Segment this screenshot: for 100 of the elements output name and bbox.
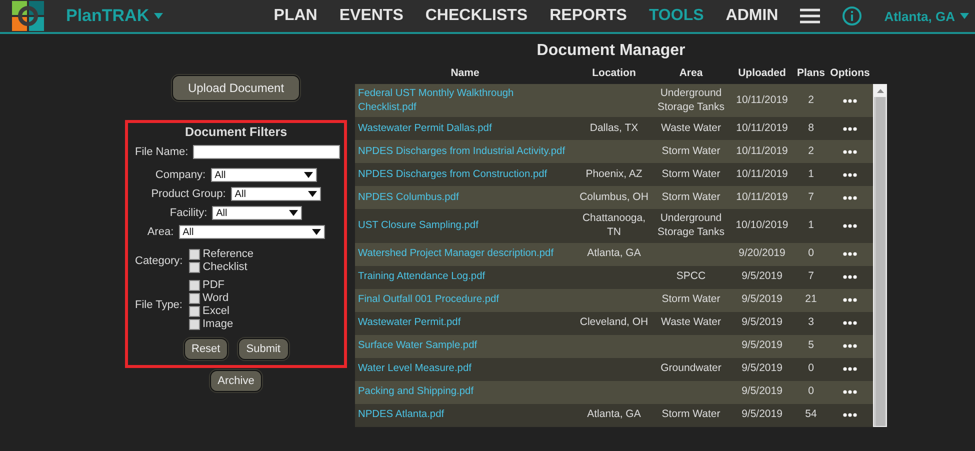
table-cell: Atlanta, GA <box>575 404 653 427</box>
table-cell: 3 <box>795 312 827 335</box>
field-label: Company: <box>155 169 206 181</box>
table-cell: Chattanooga, TN <box>575 209 653 243</box>
document-link[interactable]: Training Attendance Log.pdf <box>358 270 486 284</box>
table-cell: 9/5/2019 <box>729 288 795 312</box>
document-link[interactable]: NPDES Discharges from Construction.pdf <box>358 168 548 182</box>
table-cell: 9/5/2019 <box>729 380 795 404</box>
document-link[interactable]: Wastewater Permit.pdf <box>358 316 461 330</box>
more-options-icon[interactable] <box>843 367 857 372</box>
caret-icon <box>289 210 298 216</box>
more-options-icon[interactable] <box>843 298 857 302</box>
column-header: Uploaded <box>737 67 787 81</box>
table-cell: Phoenix, AZ <box>575 163 653 186</box>
checkbox-option[interactable]: Reference <box>188 248 254 260</box>
document-link[interactable]: Water Level Measure.pdf <box>358 362 472 376</box>
more-options-icon[interactable] <box>843 275 857 280</box>
location-menu[interactable]: Atlanta, GA <box>884 8 969 24</box>
table-cell: 9/5/2019 <box>729 358 795 381</box>
more-options-icon[interactable] <box>843 196 857 200</box>
checkbox-option[interactable]: Excel <box>188 305 234 317</box>
nav-tab[interactable]: PLAN <box>274 7 318 25</box>
table-cell: 5 <box>795 334 827 358</box>
column-header: Options <box>829 67 871 81</box>
more-options-icon[interactable] <box>843 126 857 131</box>
more-options-icon[interactable] <box>843 224 857 228</box>
document-link[interactable]: Packing and Shipping.pdf <box>358 385 474 399</box>
table-cell: Storm Water <box>653 288 729 312</box>
more-options-icon[interactable] <box>843 344 857 348</box>
checkbox[interactable] <box>188 248 200 260</box>
checkbox-option[interactable]: PDF <box>188 279 234 291</box>
archive-button[interactable]: Archive <box>210 370 262 392</box>
table-cell: 1 <box>795 163 827 186</box>
table-cell: 10/11/2019 <box>729 163 795 186</box>
dropdown[interactable]: All <box>212 206 302 220</box>
more-options-icon[interactable] <box>843 252 857 256</box>
document-link[interactable]: Surface Water Sample.pdf <box>358 339 478 353</box>
document-link[interactable]: NPDES Atlanta.pdf <box>358 408 444 422</box>
field-label: Product Group: <box>151 188 226 200</box>
checkbox[interactable] <box>188 306 200 316</box>
dropdown[interactable]: All <box>210 168 317 182</box>
checkbox[interactable] <box>188 318 200 330</box>
document-link[interactable]: UST Closure Sampling.pdf <box>358 219 478 233</box>
document-link[interactable]: NPDES Discharges from Industrial Activity.pdf <box>358 145 566 158</box>
caret-icon <box>304 172 313 178</box>
dropdown[interactable]: All <box>230 187 321 201</box>
nav-tab[interactable]: CHECKLISTS <box>425 7 528 25</box>
table-cell: 21 <box>795 288 827 312</box>
document-link[interactable]: Federal UST Monthly Walkthrough Checklist.pdf <box>358 87 572 114</box>
table-cell: Underground Storage Tanks <box>653 84 729 118</box>
scrollbar[interactable] <box>873 84 887 427</box>
checkbox[interactable] <box>188 280 200 290</box>
checkbox-option[interactable]: Word <box>188 292 234 304</box>
column-header: Plans <box>796 67 826 81</box>
document-link[interactable]: Wastewater Permit Dallas.pdf <box>358 122 492 136</box>
table-cell: 0 <box>795 242 827 266</box>
caret-icon <box>308 191 317 197</box>
table-cell: 9/5/2019 <box>729 404 795 427</box>
info-icon[interactable] <box>842 6 862 26</box>
checkbox[interactable] <box>188 292 200 304</box>
upload-button[interactable]: Upload Document <box>172 75 300 101</box>
field-label: File Name: <box>135 146 188 158</box>
nav-tab[interactable]: TOOLS <box>648 7 704 25</box>
checkbox[interactable] <box>188 262 200 272</box>
table-cell: 7 <box>795 266 827 289</box>
page-title: Document Manager <box>536 42 686 60</box>
table-cell: Underground Storage Tanks <box>653 209 729 243</box>
table-cell: 10/11/2019 <box>729 117 795 140</box>
checkbox-option[interactable]: Image <box>188 318 234 330</box>
menu-icon[interactable] <box>800 8 820 24</box>
checkbox-option[interactable]: Checklist <box>188 261 254 273</box>
more-options-icon[interactable] <box>843 413 857 418</box>
table-cell: Storm Water <box>653 140 729 164</box>
table-cell: 1 <box>795 209 827 243</box>
dropdown[interactable]: All <box>178 225 325 239</box>
more-options-icon[interactable] <box>843 98 857 103</box>
table-cell: Groundwater <box>653 358 729 381</box>
document-link[interactable]: NPDES Columbus.pdf <box>358 191 459 204</box>
app-menu[interactable]: PlanTRAK <box>66 6 164 26</box>
scroll-up-icon[interactable] <box>876 89 884 93</box>
document-link[interactable]: Watershed Project Manager description.pdf <box>358 247 554 261</box>
table-cell: Storm Water <box>653 186 729 210</box>
table-cell: 9/5/2019 <box>729 266 795 289</box>
nav-tab[interactable]: REPORTS <box>550 7 627 25</box>
table-cell: 10/11/2019 <box>729 140 795 164</box>
nav-tab[interactable]: ADMIN <box>726 7 778 25</box>
document-link[interactable]: Final Outfall 001 Procedure.pdf <box>358 293 500 307</box>
table-cell: 10/11/2019 <box>729 186 795 210</box>
nav-tab[interactable]: EVENTS <box>339 7 404 25</box>
table-cell: 0 <box>795 358 827 381</box>
more-options-icon[interactable] <box>843 390 857 394</box>
more-options-icon[interactable] <box>843 150 857 154</box>
filter-button[interactable]: Submit <box>238 338 288 360</box>
table-cell: Storm Water <box>653 404 729 427</box>
more-options-icon[interactable] <box>843 172 857 177</box>
filter-button[interactable]: Reset <box>184 338 228 360</box>
more-options-icon[interactable] <box>843 321 857 326</box>
file-name-field[interactable] <box>193 145 340 159</box>
table-cell: SPCC <box>653 266 729 289</box>
table-cell: 10/10/2019 <box>729 209 795 243</box>
